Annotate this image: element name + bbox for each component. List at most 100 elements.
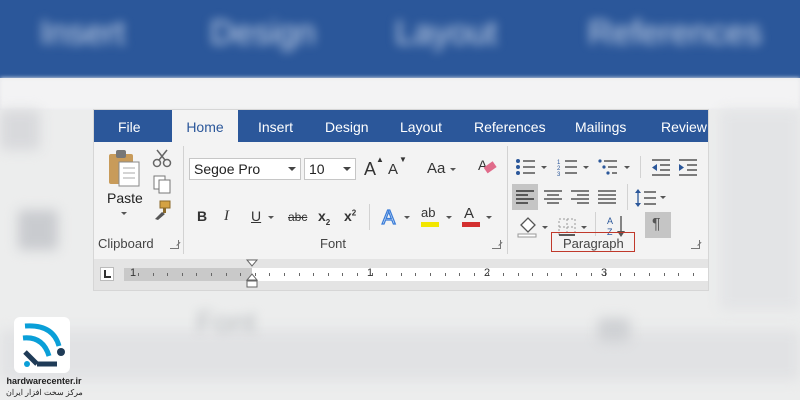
word-ribbon: File Home Insert Design Layout Reference… — [94, 110, 708, 290]
ruler-tick — [226, 273, 227, 276]
chevron-down-icon — [486, 216, 492, 219]
change-case-button[interactable]: Aa — [427, 161, 445, 176]
chevron-down-icon — [581, 226, 587, 229]
ruler-tick — [532, 273, 533, 276]
tab-design[interactable]: Design — [325, 110, 369, 142]
chevron-down-icon — [660, 196, 666, 199]
font-color-swatch — [462, 222, 480, 227]
chevron-down-icon — [450, 168, 456, 171]
ruler-tick — [284, 273, 285, 276]
tab-file[interactable]: File — [118, 110, 141, 142]
paste-button[interactable]: Paste — [104, 148, 146, 220]
strikethrough-button[interactable]: abc — [288, 211, 307, 223]
ruler-tick — [196, 273, 197, 276]
bullets-icon[interactable] — [515, 158, 537, 176]
numbering-icon[interactable]: 1 2 3 — [557, 158, 579, 176]
tab-insert[interactable]: Insert — [258, 110, 293, 142]
font-size-combo[interactable]: 10 — [304, 158, 356, 180]
ruler-tick — [415, 273, 416, 276]
ruler-number: 1 — [367, 267, 374, 279]
clipboard-dialog-launcher[interactable] — [170, 240, 179, 249]
align-left-button[interactable] — [512, 184, 538, 210]
align-left-icon — [516, 190, 534, 204]
bg-font-label: Font — [196, 306, 257, 339]
ruler-tick — [430, 273, 431, 276]
indent-marker-icon[interactable] — [245, 259, 259, 289]
tab-selector-icon[interactable] — [100, 267, 114, 281]
ruler-tick — [547, 273, 548, 276]
superscript-icon[interactable]: x2 — [344, 209, 356, 223]
align-right-icon[interactable] — [570, 189, 590, 205]
paragraph-highlight-box — [551, 232, 635, 252]
font-family-value: Segoe Pro — [194, 161, 261, 177]
ruler-tick — [313, 273, 314, 276]
font-family-combo[interactable]: Segoe Pro — [189, 158, 301, 180]
logo-tagline: مرکز سخت افزار ایران — [6, 388, 83, 397]
ruler-tick — [693, 273, 694, 276]
tab-home[interactable]: Home — [172, 110, 238, 142]
logo-site-name: hardwarecenter.ir — [6, 376, 82, 386]
font-dialog-launcher[interactable] — [492, 240, 501, 249]
font-color-button[interactable]: A — [460, 205, 484, 229]
ruler-tick — [678, 273, 679, 276]
bg-tab-design: Design — [210, 14, 316, 52]
ruler-tick — [620, 273, 621, 276]
text-effects-icon[interactable]: A — [380, 205, 404, 229]
justify-icon[interactable] — [597, 189, 617, 205]
pilcrow-icon: ¶ — [652, 216, 661, 233]
ruler-tick — [474, 273, 475, 276]
ruler-tick — [649, 273, 650, 276]
shading-icon[interactable] — [517, 216, 539, 238]
tab-review[interactable]: Review — [661, 110, 707, 142]
ruler-tick — [182, 273, 183, 276]
subscript-icon[interactable]: x2 — [318, 209, 330, 227]
tab-mailings[interactable]: Mailings — [575, 110, 626, 142]
ruler-tick — [503, 273, 504, 276]
chevron-down-icon — [583, 166, 589, 169]
ruler-tick — [576, 273, 577, 276]
clear-formatting-icon[interactable]: A — [477, 156, 499, 178]
chevron-down-icon — [542, 226, 548, 229]
ruler-tick — [211, 273, 212, 276]
ruler-tick — [357, 273, 358, 276]
bold-button[interactable]: B — [197, 209, 207, 223]
clipboard-group-label: Clipboard — [98, 236, 154, 251]
highlight-color-button[interactable]: ab — [419, 205, 443, 229]
tab-references[interactable]: References — [474, 110, 546, 142]
svg-text:A: A — [607, 216, 613, 226]
ruler-tick — [386, 273, 387, 276]
ruler-tick — [167, 273, 168, 276]
background-strip — [0, 78, 800, 110]
decrease-indent-icon[interactable] — [650, 158, 672, 176]
hardwarecenter-logo: hardwarecenter.ir مرکز سخت افزار ایران — [4, 316, 83, 400]
increase-indent-icon[interactable] — [677, 158, 699, 176]
ruler-tick — [591, 273, 592, 276]
ruler-tick — [634, 273, 635, 276]
chevron-down-icon — [343, 167, 351, 171]
bg-tab-insert: Insert — [40, 14, 126, 52]
paragraph-dialog-launcher[interactable] — [691, 240, 700, 249]
highlighter-icon: ab — [421, 205, 436, 220]
ruler-tick — [299, 273, 300, 276]
italic-button[interactable]: I — [224, 209, 229, 224]
background-titlebar: Insert Design Layout References — [0, 0, 800, 78]
font-size-value: 10 — [309, 161, 325, 177]
align-center-icon[interactable] — [543, 189, 563, 205]
show-formatting-button[interactable]: ¶ — [645, 212, 671, 238]
paste-dropdown-icon — [121, 212, 127, 215]
svg-text:A: A — [382, 207, 396, 229]
multilevel-list-icon[interactable] — [597, 158, 619, 176]
line-spacing-icon[interactable] — [634, 188, 658, 208]
ruler-tick — [518, 273, 519, 276]
cut-icon[interactable] — [152, 148, 172, 168]
grow-font-icon[interactable]: A — [364, 160, 376, 178]
ruler-tick — [269, 273, 270, 276]
shrink-font-icon[interactable]: A — [388, 162, 398, 177]
copy-icon[interactable] — [152, 174, 172, 194]
highlight-swatch — [421, 222, 439, 227]
font-group-label: Font — [320, 236, 347, 251]
underline-button[interactable]: U — [251, 209, 261, 223]
paste-icon — [109, 150, 140, 187]
format-painter-icon[interactable] — [152, 200, 172, 220]
tab-layout[interactable]: Layout — [400, 110, 442, 142]
